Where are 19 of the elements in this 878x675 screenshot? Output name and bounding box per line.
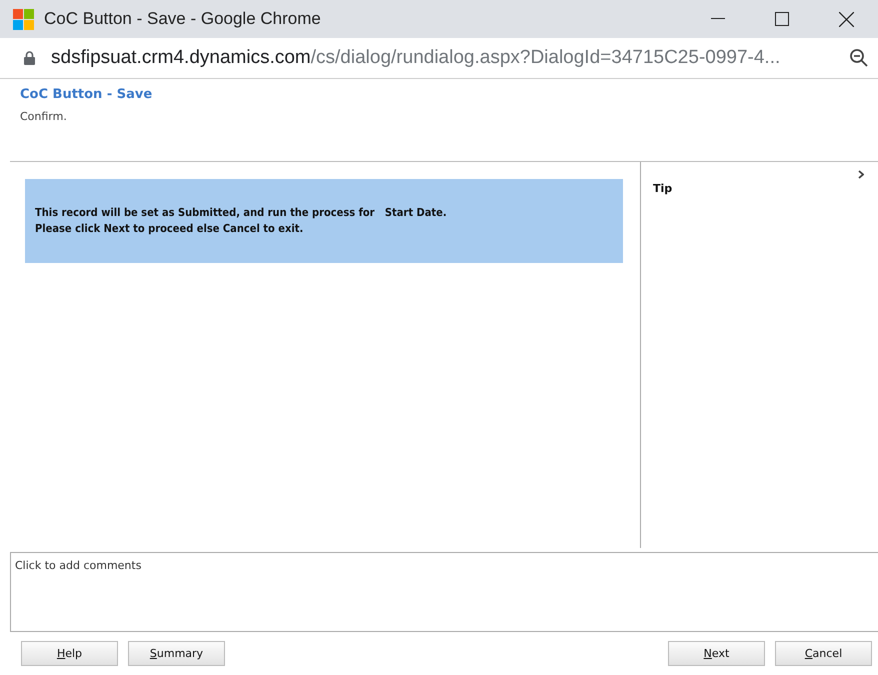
zoom-out-icon[interactable] bbox=[850, 49, 868, 67]
tip-heading: Tip bbox=[653, 182, 672, 195]
maximize-icon bbox=[775, 12, 789, 26]
dialog-button[interactable]: Next bbox=[668, 641, 765, 666]
windows-logo-icon bbox=[13, 8, 34, 30]
dialog-button[interactable]: Cancel bbox=[775, 641, 872, 666]
message-text: Please click Next to proceed else Cancel to exit. bbox=[35, 221, 304, 237]
close-icon bbox=[838, 12, 854, 26]
comments-field[interactable]: Click to add comments bbox=[10, 552, 878, 632]
chevron-icon[interactable] bbox=[858, 170, 864, 179]
message-text: This record will be set as Submitted, and run the process for Start Date. bbox=[35, 205, 448, 221]
dialog-button[interactable]: Summary bbox=[128, 641, 225, 666]
dialog-subtitle: Confirm. bbox=[20, 110, 68, 123]
lock-icon bbox=[24, 51, 35, 65]
minimize-icon bbox=[711, 18, 725, 20]
window-title: CoC Button - Save - Google Chrome bbox=[44, 9, 322, 29]
url-text[interactable]: sdsfipsuat.crm4.dynamics.com/cs/dialog/rundialog.aspx?DialogId=34715C25-0997-4... bbox=[51, 47, 850, 69]
dialog-button[interactable]: Help bbox=[21, 641, 118, 666]
dialog-title: CoC Button - Save bbox=[20, 87, 154, 102]
